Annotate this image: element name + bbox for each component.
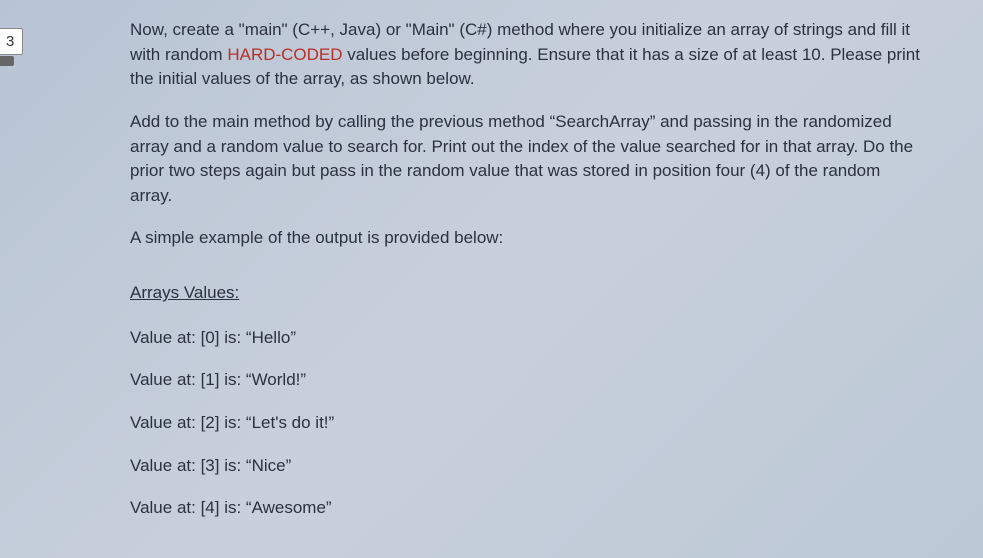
output-line-1: Value at: [1] is: “World!”: [130, 368, 923, 393]
paragraph-1: Now, create a "main" (C++, Java) or "Mai…: [130, 18, 923, 92]
output-line-3: Value at: [3] is: “Nice”: [130, 454, 923, 479]
page-number-badge: 3: [0, 28, 23, 55]
hard-coded-text: HARD-CODED: [227, 45, 342, 64]
output-line-4: Value at: [4] is: “Awesome”: [130, 496, 923, 521]
paragraph-2: Add to the main method by calling the pr…: [130, 110, 923, 209]
document-content: Now, create a "main" (C++, Java) or "Mai…: [0, 0, 983, 521]
output-section-title: Arrays Values:: [130, 281, 923, 306]
page-indicator: [0, 56, 14, 66]
output-line-0: Value at: [0] is: “Hello”: [130, 326, 923, 351]
output-line-2: Value at: [2] is: “Let's do it!”: [130, 411, 923, 436]
paragraph-3: A simple example of the output is provid…: [130, 226, 923, 251]
page-number: 3: [6, 33, 14, 50]
